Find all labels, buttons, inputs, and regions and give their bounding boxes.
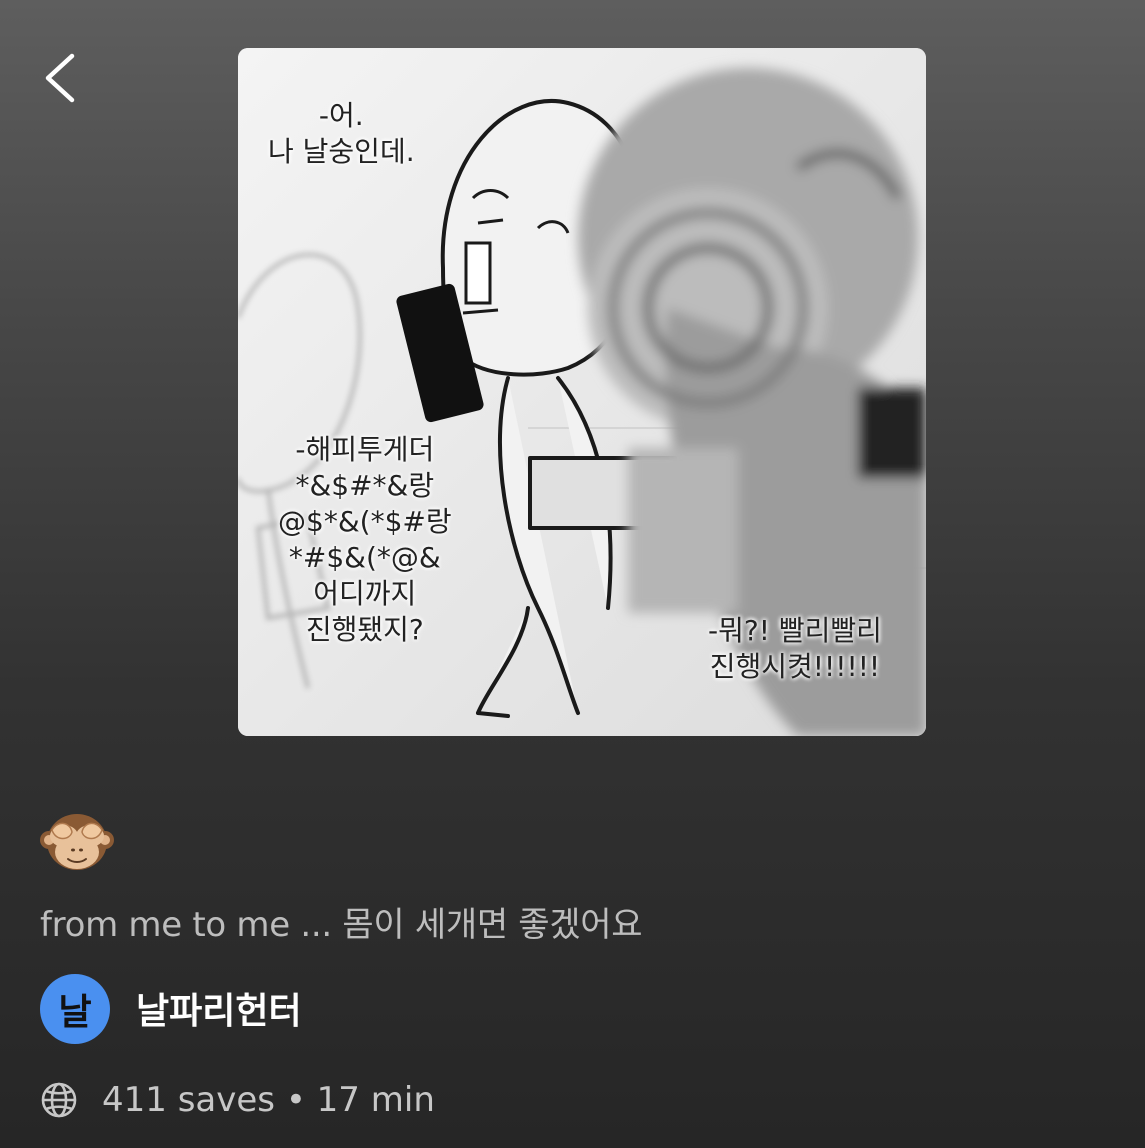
see-no-evil-monkey-icon bbox=[40, 814, 114, 870]
back-button[interactable] bbox=[36, 48, 86, 108]
author-name[interactable]: 날파리헌터 bbox=[136, 982, 302, 1034]
globe-icon bbox=[41, 1082, 77, 1118]
speech-bubble-top-left: -어. 나 날숭인데. bbox=[268, 99, 415, 168]
author-avatar[interactable]: 날 bbox=[40, 974, 110, 1044]
speech-bubble-middle-left: -해피투게더 *&$#*&랑 @$*&(*$#랑 *#$&(*@& 어디까지 진… bbox=[278, 433, 452, 646]
cover-image[interactable]: -어. 나 날숭인데. -해피투게더 *&$#*&랑 @$*&(*$#랑 *#$… bbox=[238, 48, 926, 736]
post-stats: 411 saves • 17 min bbox=[40, 1080, 435, 1120]
post-description: from me to me ... 몸이 세개면 좋겠어요 bbox=[40, 905, 643, 945]
speech-bubble-bottom-right: -뭐?! 빨리빨리 진행시켯!!!!!! bbox=[708, 614, 882, 683]
avatar-initial: 날 bbox=[58, 992, 92, 1033]
chevron-left-icon bbox=[45, 53, 75, 103]
stats-text: 411 saves • 17 min bbox=[102, 1080, 435, 1120]
